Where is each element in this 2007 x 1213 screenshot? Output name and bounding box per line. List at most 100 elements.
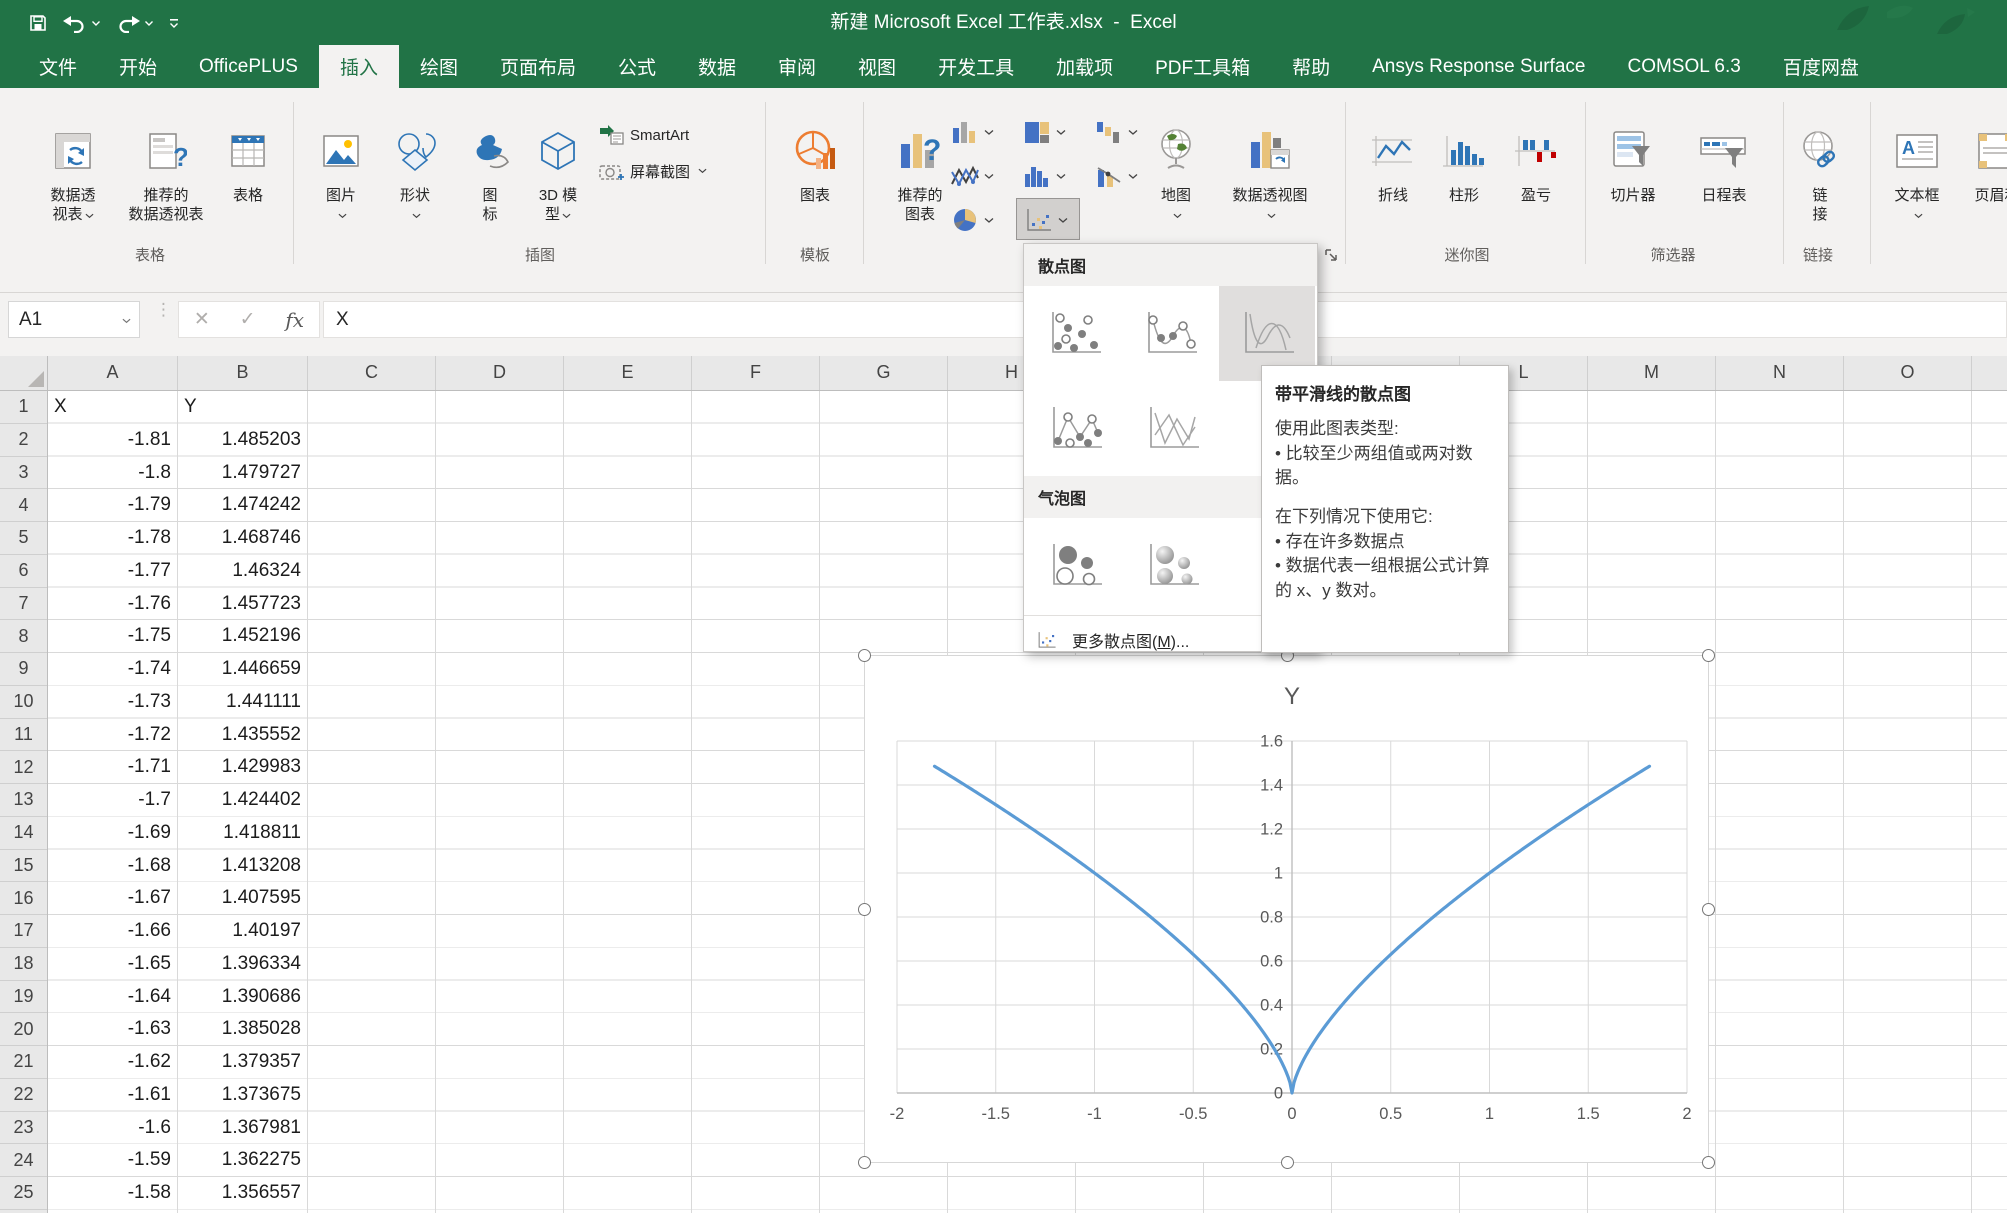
column-header-O[interactable]: O bbox=[1844, 355, 1972, 390]
insert-waterfall-chart-button[interactable] bbox=[1094, 118, 1138, 146]
3d-models-button[interactable]: 3D 模型 bbox=[524, 122, 592, 224]
cell-B22[interactable]: 1.373675 bbox=[178, 1079, 308, 1111]
cell-A15[interactable]: -1.68 bbox=[48, 850, 178, 882]
column-header-C[interactable]: C bbox=[308, 355, 436, 390]
confirm-entry-button[interactable]: ✓ bbox=[240, 308, 256, 331]
cell-A21[interactable]: -1.62 bbox=[48, 1046, 178, 1078]
scatter-type-scatter-straight-markers[interactable] bbox=[1026, 381, 1123, 476]
cell-B9[interactable]: 1.446659 bbox=[178, 653, 308, 685]
cell-B12[interactable]: 1.429983 bbox=[178, 751, 308, 783]
row-header-15[interactable]: 15 bbox=[0, 850, 47, 883]
cell-A20[interactable]: -1.63 bbox=[48, 1013, 178, 1045]
insert-function-button[interactable]: fx bbox=[285, 308, 304, 332]
row-header-6[interactable]: 6 bbox=[0, 555, 47, 588]
row-header-21[interactable]: 21 bbox=[0, 1046, 47, 1079]
cell-A9[interactable]: -1.74 bbox=[48, 653, 178, 685]
sparkline-winloss-button[interactable]: 盈亏 bbox=[1506, 122, 1566, 205]
row-header-18[interactable]: 18 bbox=[0, 948, 47, 981]
cell-B2[interactable]: 1.485203 bbox=[178, 424, 308, 456]
cell-A11[interactable]: -1.72 bbox=[48, 719, 178, 751]
tab-OfficePLUS[interactable]: OfficePLUS bbox=[178, 45, 319, 88]
column-header-F[interactable]: F bbox=[692, 355, 820, 390]
row-header-16[interactable]: 16 bbox=[0, 882, 47, 915]
chart-handle-mid-right[interactable] bbox=[1702, 903, 1715, 916]
row-header-24[interactable]: 24 bbox=[0, 1144, 47, 1177]
tab-PDF工具箱[interactable]: PDF工具箱 bbox=[1134, 45, 1271, 88]
sparkline-line-button[interactable]: 折线 bbox=[1362, 122, 1424, 205]
timeline-button[interactable]: 日程表 bbox=[1686, 122, 1762, 205]
name-box-dropdown-icon[interactable] bbox=[122, 318, 131, 324]
link-button[interactable]: 链接 bbox=[1793, 122, 1847, 224]
cell-A5[interactable]: -1.78 bbox=[48, 522, 178, 554]
slicer-button[interactable]: 切片器 bbox=[1598, 122, 1668, 205]
cell-A13[interactable]: -1.7 bbox=[48, 784, 178, 816]
scatter-type-scatter[interactable] bbox=[1026, 286, 1122, 381]
icons-button[interactable]: 图标 bbox=[466, 122, 514, 224]
row-header-14[interactable]: 14 bbox=[0, 817, 47, 850]
row-header-22[interactable]: 22 bbox=[0, 1079, 47, 1112]
cell-B23[interactable]: 1.367981 bbox=[178, 1112, 308, 1144]
column-header-N[interactable]: N bbox=[1716, 355, 1844, 390]
tab-帮助[interactable]: 帮助 bbox=[1271, 45, 1351, 88]
cell-A22[interactable]: -1.61 bbox=[48, 1079, 178, 1111]
column-header-E[interactable]: E bbox=[564, 355, 692, 390]
cell-A24[interactable]: -1.59 bbox=[48, 1144, 178, 1176]
insert-line-chart-button[interactable] bbox=[950, 162, 994, 190]
column-header-G[interactable]: G bbox=[820, 355, 948, 390]
cell-B7[interactable]: 1.457723 bbox=[178, 588, 308, 620]
chart-handle-top-left[interactable] bbox=[858, 649, 871, 662]
scatter-type-scatter-straight[interactable] bbox=[1123, 381, 1220, 476]
tab-绘图[interactable]: 绘图 bbox=[399, 45, 479, 88]
row-header-2[interactable]: 2 bbox=[0, 424, 47, 457]
pivot-chart-button[interactable]: 数据透视图 bbox=[1218, 122, 1322, 224]
header-footer-button[interactable]: 页眉和 bbox=[1962, 122, 2007, 205]
cell-B25[interactable]: 1.356557 bbox=[178, 1177, 308, 1209]
tab-数据[interactable]: 数据 bbox=[677, 45, 757, 88]
textbox-button[interactable]: A 文本框 bbox=[1884, 122, 1950, 224]
row-header-4[interactable]: 4 bbox=[0, 489, 47, 522]
chart-handle-mid-left[interactable] bbox=[858, 903, 871, 916]
smartart-button[interactable]: SmartArt bbox=[598, 124, 689, 146]
row-header-10[interactable]: 10 bbox=[0, 686, 47, 719]
cell-B24[interactable]: 1.362275 bbox=[178, 1144, 308, 1176]
cell-A3[interactable]: -1.8 bbox=[48, 457, 178, 489]
row-header-9[interactable]: 9 bbox=[0, 653, 47, 686]
embedded-chart[interactable]: -2-1.5-1-0.500.511.5200.20.40.60.811.21.… bbox=[864, 655, 1709, 1163]
cell-B13[interactable]: 1.424402 bbox=[178, 784, 308, 816]
cell-A25[interactable]: -1.58 bbox=[48, 1177, 178, 1209]
cell-B17[interactable]: 1.40197 bbox=[178, 915, 308, 947]
cell-A2[interactable]: -1.81 bbox=[48, 424, 178, 456]
pivot-table-button[interactable]: 数据透视表 bbox=[30, 122, 116, 224]
scatter-type-scatter-smooth-markers[interactable] bbox=[1122, 286, 1218, 381]
cell-B3[interactable]: 1.479727 bbox=[178, 457, 308, 489]
cell-A16[interactable]: -1.67 bbox=[48, 882, 178, 914]
row-header-23[interactable]: 23 bbox=[0, 1112, 47, 1145]
cell-B14[interactable]: 1.418811 bbox=[178, 817, 308, 849]
tab-审阅[interactable]: 审阅 bbox=[757, 45, 837, 88]
chart-handle-top-right[interactable] bbox=[1702, 649, 1715, 662]
cell-B5[interactable]: 1.468746 bbox=[178, 522, 308, 554]
recommended-charts-button[interactable]: ? 推荐的图表 bbox=[882, 122, 958, 224]
cell-A6[interactable]: -1.77 bbox=[48, 555, 178, 587]
column-header-A[interactable]: A bbox=[48, 355, 178, 390]
cell-B15[interactable]: 1.413208 bbox=[178, 850, 308, 882]
select-all-corner[interactable] bbox=[0, 355, 48, 390]
cell-A10[interactable]: -1.73 bbox=[48, 686, 178, 718]
column-header-M[interactable]: M bbox=[1588, 355, 1716, 390]
column-header-D[interactable]: D bbox=[436, 355, 564, 390]
cell-B6[interactable]: 1.46324 bbox=[178, 555, 308, 587]
tab-插入[interactable]: 插入 bbox=[319, 45, 399, 88]
name-box[interactable]: A1 bbox=[8, 301, 140, 338]
cell-A1[interactable]: X bbox=[48, 391, 178, 423]
insert-combo-chart-button[interactable] bbox=[1094, 162, 1138, 190]
cell-B16[interactable]: 1.407595 bbox=[178, 882, 308, 914]
column-header-B[interactable]: B bbox=[178, 355, 308, 390]
chart-handle-bottom-left[interactable] bbox=[858, 1156, 871, 1169]
cell-A4[interactable]: -1.79 bbox=[48, 489, 178, 521]
tab-加载项[interactable]: 加载项 bbox=[1035, 45, 1134, 88]
cell-A18[interactable]: -1.65 bbox=[48, 948, 178, 980]
cell-A8[interactable]: -1.75 bbox=[48, 620, 178, 652]
tab-公式[interactable]: 公式 bbox=[597, 45, 677, 88]
row-header-19[interactable]: 19 bbox=[0, 981, 47, 1014]
insert-statistic-chart-button[interactable] bbox=[1022, 162, 1066, 190]
